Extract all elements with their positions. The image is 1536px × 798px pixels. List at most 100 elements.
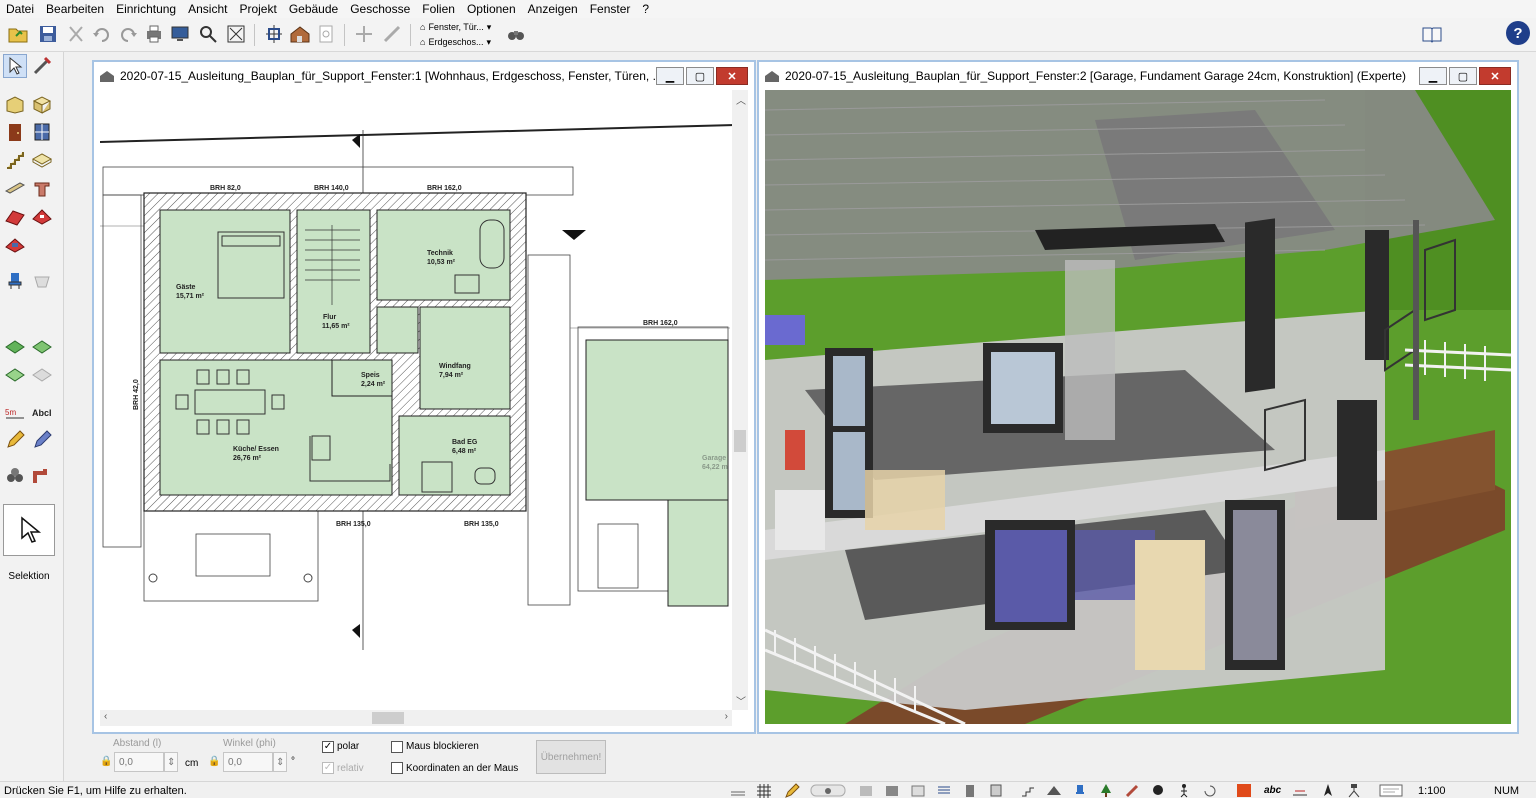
wall-tool-icon[interactable] [3, 92, 27, 116]
scroll-thumb[interactable] [372, 712, 404, 724]
text-tool-icon[interactable]: AbcI [30, 400, 54, 424]
room-tool-icon[interactable] [30, 92, 54, 116]
view3d-window[interactable]: 2020-07-15_Ausleitung_Bauplan_für_Suppor… [757, 60, 1519, 734]
door-icon[interactable] [962, 783, 978, 798]
menu-projekt[interactable]: Projekt [239, 2, 276, 16]
save-icon[interactable] [36, 22, 60, 46]
cut-icon[interactable] [64, 22, 88, 46]
pen-tool-icon[interactable] [30, 428, 54, 452]
close-button[interactable]: ✕ [716, 67, 748, 85]
house-3d-icon[interactable] [288, 22, 312, 46]
chevron-down-icon[interactable]: ﹀ [736, 693, 746, 708]
angle-input[interactable]: 0,0 [223, 752, 273, 772]
menu-datei[interactable]: Datei [6, 2, 34, 16]
dimension-icon[interactable] [1292, 783, 1308, 798]
maximize-button[interactable]: ▢ [1449, 67, 1477, 85]
move-cross-icon[interactable] [352, 22, 376, 46]
snap-mode-icon[interactable] [810, 783, 846, 798]
chevron-left-icon[interactable]: ‹ [104, 711, 107, 722]
tree-icon[interactable] [1098, 783, 1114, 798]
rotate-icon[interactable] [1202, 783, 1218, 798]
pattern-icon[interactable] [936, 783, 952, 798]
door-tool-icon[interactable] [3, 120, 27, 144]
apply-button[interactable]: Übernehmen! [536, 740, 606, 774]
maximize-button[interactable]: ▢ [686, 67, 714, 85]
selection-tool-button[interactable] [3, 504, 55, 556]
minimize-button[interactable]: ▁ [656, 67, 684, 85]
menu-ansicht[interactable]: Ansicht [188, 2, 227, 16]
3d-viewport[interactable] [765, 90, 1511, 726]
hatch-icon[interactable] [910, 783, 926, 798]
binoculars-icon[interactable] [504, 22, 528, 46]
pointer-tool-icon[interactable] [3, 54, 27, 78]
zoom-area-icon[interactable] [196, 22, 220, 46]
window-title-bar[interactable]: 2020-07-15_Ausleitung_Bauplan_für_Suppor… [759, 62, 1517, 90]
north-arrow-icon[interactable] [1320, 783, 1336, 798]
screen-icon[interactable] [168, 22, 192, 46]
chevron-right-icon[interactable]: › [725, 711, 728, 722]
beam-tool-icon[interactable] [3, 176, 27, 200]
catalog-book-icon[interactable] [1420, 22, 1444, 46]
horizontal-scrollbar[interactable]: ‹ › [100, 710, 732, 726]
vertical-scrollbar[interactable]: ︿ ﹀ [732, 90, 748, 710]
layers-icon[interactable] [730, 783, 746, 798]
distance-input[interactable]: 0,0 [114, 752, 164, 772]
roof-icon[interactable] [1046, 783, 1062, 798]
terrain-edit-icon[interactable] [30, 334, 54, 358]
floor-combo[interactable]: ⌂ Erdgeschos... ▾ [420, 35, 491, 49]
menu-geschosse[interactable]: Geschosse [350, 2, 410, 16]
angle-spin[interactable]: ⇕ [273, 752, 287, 772]
terrain-point-icon[interactable] [30, 362, 54, 386]
pencil-tool-icon[interactable] [3, 428, 27, 452]
menu-fenster[interactable]: Fenster [590, 2, 631, 16]
pipe-tool-icon[interactable] [30, 464, 54, 488]
minimize-button[interactable]: ▁ [1419, 67, 1447, 85]
stairs-tool-icon[interactable] [3, 148, 27, 172]
print-icon[interactable] [142, 22, 166, 46]
component-combo[interactable]: ⌂ Fenster, Tür... ▾ [420, 20, 491, 34]
column-tool-icon[interactable] [30, 176, 54, 200]
light-icon[interactable] [1150, 783, 1166, 798]
floor-icon[interactable] [884, 783, 900, 798]
document-search-icon[interactable] [314, 22, 338, 46]
figure-icon[interactable] [1176, 783, 1192, 798]
polar-checkbox[interactable]: ✓ [322, 741, 334, 753]
measure-icon[interactable] [380, 22, 404, 46]
camera-tripod-icon[interactable] [1346, 783, 1362, 798]
plan-view-icon[interactable] [262, 22, 286, 46]
help-button[interactable]: ? [1506, 21, 1530, 45]
pencil-icon[interactable] [784, 783, 800, 798]
wall-icon[interactable] [858, 783, 874, 798]
roof-tool-icon[interactable] [3, 204, 27, 228]
spelling-icon[interactable]: abc [1264, 785, 1286, 798]
roof-window-tool-icon[interactable] [3, 232, 27, 256]
menu-gebaeude[interactable]: Gebäude [289, 2, 338, 16]
lawn-tool-icon[interactable] [3, 362, 27, 386]
menu-help[interactable]: ? [642, 2, 649, 16]
window-title-bar[interactable]: 2020-07-15_Ausleitung_Bauplan_für_Suppor… [94, 62, 754, 90]
chair-icon[interactable] [1072, 783, 1088, 798]
tool-icon[interactable] [1124, 783, 1140, 798]
notes-icon[interactable] [1378, 783, 1404, 798]
scroll-thumb[interactable] [734, 430, 746, 452]
menu-optionen[interactable]: Optionen [467, 2, 516, 16]
color-icon[interactable] [1236, 783, 1252, 798]
tools-wrench-icon[interactable] [30, 54, 54, 78]
plan-canvas[interactable]: BRH 82,0 BRH 140,0 BRH 162,0 BRH 162,0 B… [100, 90, 748, 726]
dimension-tool-icon[interactable]: 5m [3, 400, 27, 424]
floorplan-window[interactable]: 2020-07-15_Ausleitung_Bauplan_für_Suppor… [92, 60, 756, 734]
menu-anzeigen[interactable]: Anzeigen [528, 2, 578, 16]
zoom-fit-icon[interactable] [224, 22, 248, 46]
terrain-tool-icon[interactable] [3, 334, 27, 358]
window-tool-icon[interactable] [30, 120, 54, 144]
dormer-tool-icon[interactable] [30, 204, 54, 228]
relative-checkbox[interactable]: ✓ [322, 762, 334, 774]
furniture-chair-icon[interactable] [3, 268, 27, 292]
mouse-coords-checkbox[interactable] [391, 762, 403, 774]
chevron-up-icon[interactable]: ︿ [736, 92, 746, 107]
close-button[interactable]: ✕ [1479, 67, 1511, 85]
window-icon[interactable] [988, 783, 1004, 798]
stairs-icon[interactable] [1020, 783, 1036, 798]
undo-icon[interactable] [90, 22, 114, 46]
distance-spin[interactable]: ⇕ [164, 752, 178, 772]
